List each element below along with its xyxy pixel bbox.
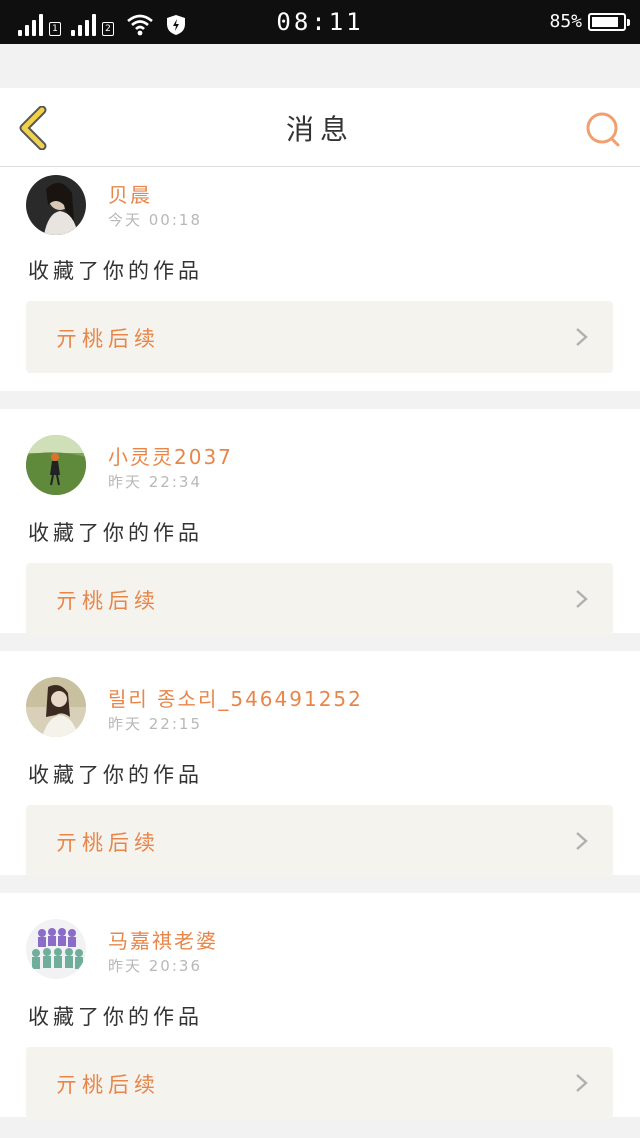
message-card: 贝晨 今天 00:18 收藏了你的作品 亓桃后续: [0, 167, 640, 391]
work-link[interactable]: 亓桃后续: [26, 1047, 613, 1119]
timestamp: 今天 00:18: [108, 211, 202, 229]
timestamp: 昨天 22:15: [108, 715, 202, 733]
work-title: 亓桃后续: [56, 1073, 160, 1097]
username-link[interactable]: 릴리 종소리_546491252: [108, 683, 363, 712]
status-bar: 1 2 08:11 85%: [0, 0, 640, 44]
clock: 08:11: [276, 8, 364, 36]
chevron-right-icon: [576, 590, 588, 608]
message-card: 릴리 종소리_546491252 昨天 22:15 收藏了你的作品 亓桃后续: [0, 651, 640, 877]
action-text: 收藏了你的作品: [28, 521, 203, 545]
avatar[interactable]: [26, 175, 86, 235]
search-icon[interactable]: [584, 110, 624, 150]
work-title: 亓桃后续: [56, 831, 160, 855]
message-card: 小灵灵2037 昨天 22:34 收藏了你的作品 亓桃后续: [0, 409, 640, 635]
work-link[interactable]: 亓桃后续: [26, 301, 613, 373]
username-link[interactable]: 马嘉祺老婆: [108, 925, 218, 954]
battery-icon: [588, 12, 630, 31]
work-title: 亓桃后续: [56, 589, 160, 613]
top-nav: 消息: [0, 88, 640, 167]
chevron-right-icon: [576, 328, 588, 346]
chevron-right-icon: [576, 832, 588, 850]
page-title: 消息: [285, 113, 354, 146]
timestamp: 昨天 22:34: [108, 473, 202, 491]
work-link[interactable]: 亓桃后续: [26, 805, 613, 877]
action-text: 收藏了你的作品: [28, 1005, 203, 1029]
action-text: 收藏了你的作品: [28, 259, 203, 283]
work-link[interactable]: 亓桃后续: [26, 563, 613, 635]
username-link[interactable]: 小灵灵2037: [108, 441, 233, 470]
timestamp: 昨天 20:36: [108, 957, 202, 975]
message-card: 马嘉祺老婆 昨天 20:36 收藏了你的作品 亓桃后续: [0, 893, 640, 1119]
action-text: 收藏了你的作品: [28, 763, 203, 787]
avatar[interactable]: [26, 677, 86, 737]
message-list: 贝晨 今天 00:18 收藏了你的作品 亓桃后续 小灵灵2037 昨天 22:3…: [0, 167, 640, 1135]
battery-percent: 85%: [549, 11, 582, 32]
avatar[interactable]: [26, 435, 86, 495]
username-link[interactable]: 贝晨: [108, 179, 152, 208]
work-title: 亓桃后续: [56, 327, 160, 351]
avatar[interactable]: [26, 919, 86, 979]
chevron-right-icon: [576, 1074, 588, 1092]
